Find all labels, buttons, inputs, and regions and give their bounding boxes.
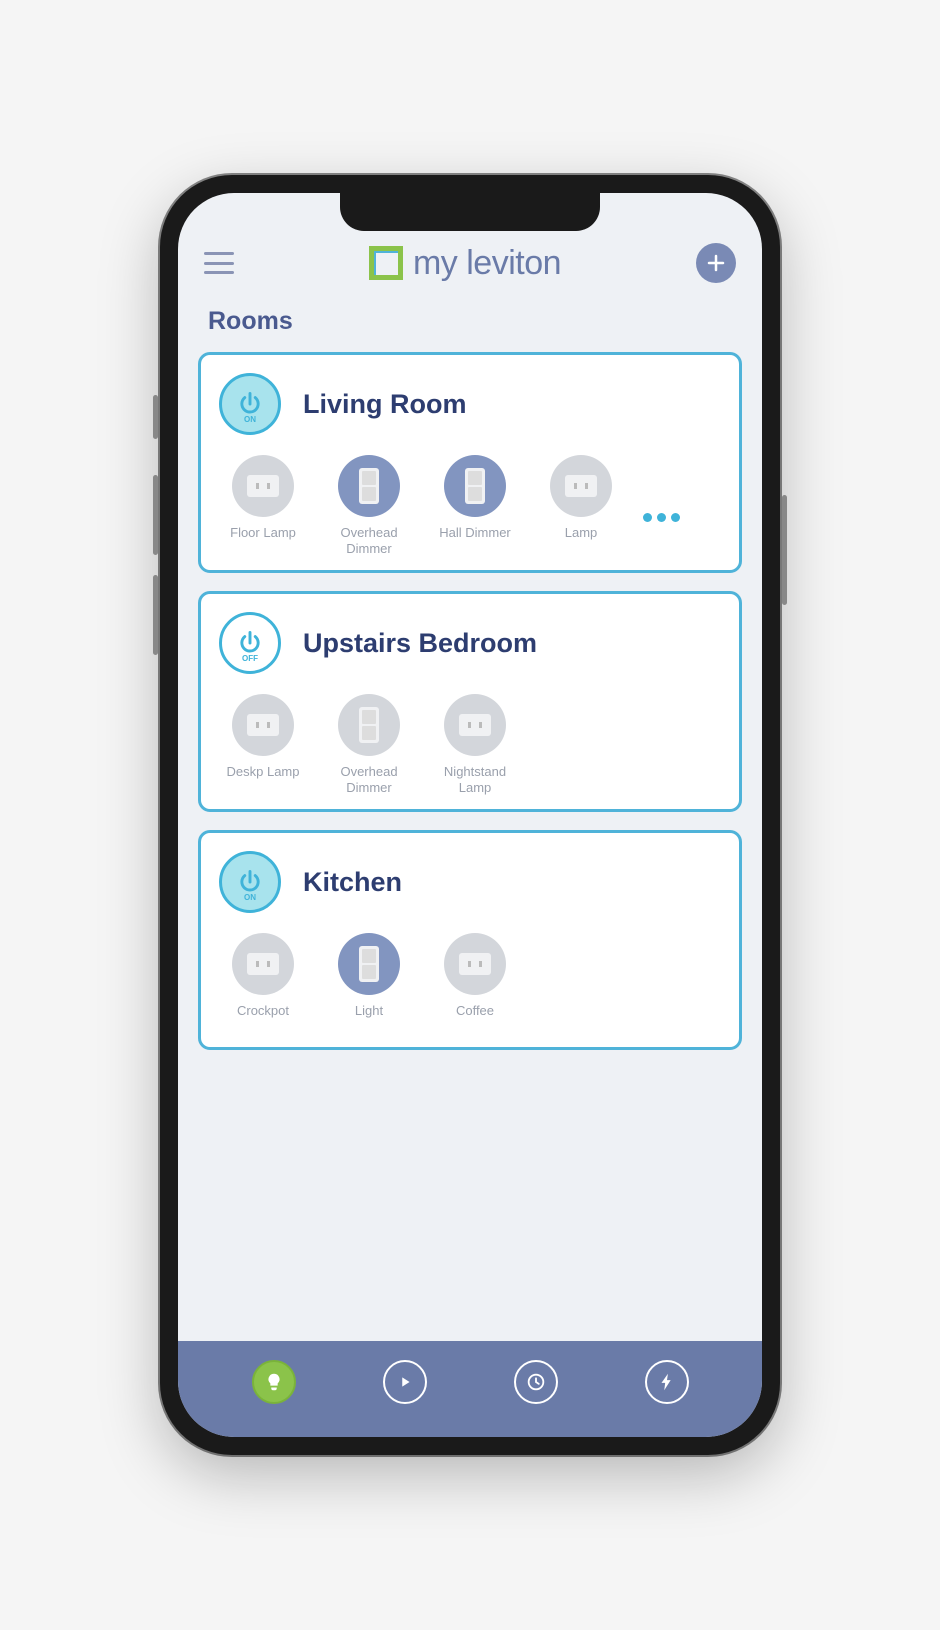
phone-notch — [340, 193, 600, 231]
device-toggle[interactable] — [338, 455, 400, 517]
plus-icon — [706, 253, 726, 273]
power-state-label: ON — [244, 893, 256, 902]
nav-schedules[interactable] — [514, 1360, 558, 1404]
room-card[interactable]: OFF Upstairs Bedroom Deskp Lamp Overhead… — [198, 591, 742, 812]
app-logo: my leviton — [369, 244, 561, 283]
outlet-icon — [459, 714, 491, 736]
device-label: Deskp Lamp — [227, 764, 300, 794]
switch-icon — [465, 468, 485, 504]
room-name: Upstairs Bedroom — [303, 628, 537, 659]
menu-button[interactable] — [204, 252, 234, 274]
room-header: ON Living Room — [219, 373, 721, 435]
nav-lights[interactable] — [252, 1360, 296, 1404]
phone-side-button — [782, 495, 787, 605]
room-card[interactable]: ON Kitchen Crockpot Light Coffee — [198, 830, 742, 1050]
switch-icon — [359, 707, 379, 743]
bottom-nav — [178, 1341, 762, 1437]
device-toggle[interactable] — [232, 933, 294, 995]
device-label: Light — [355, 1003, 383, 1033]
device-toggle[interactable] — [444, 694, 506, 756]
device-toggle[interactable] — [338, 933, 400, 995]
room-power-button[interactable]: OFF — [219, 612, 281, 674]
section-title: Rooms — [178, 301, 762, 352]
device-item[interactable]: Overhead Dimmer — [325, 694, 413, 795]
power-icon — [236, 629, 264, 657]
room-card[interactable]: ON Living Room Floor Lamp Overhead Dimme… — [198, 352, 742, 573]
device-item[interactable]: Hall Dimmer — [431, 455, 519, 555]
device-label: Crockpot — [237, 1003, 289, 1033]
device-item[interactable]: Light — [325, 933, 413, 1033]
power-state-label: OFF — [242, 654, 258, 663]
device-item[interactable]: Nightstand Lamp — [431, 694, 519, 795]
add-button[interactable] — [696, 243, 736, 283]
logo-square-icon — [369, 246, 403, 280]
room-header: ON Kitchen — [219, 851, 721, 913]
outlet-icon — [459, 953, 491, 975]
phone-side-button — [153, 395, 158, 439]
room-name: Kitchen — [303, 867, 402, 898]
device-toggle[interactable] — [338, 694, 400, 756]
power-icon — [236, 390, 264, 418]
bulb-icon — [263, 1371, 285, 1393]
room-power-button[interactable]: ON — [219, 851, 281, 913]
device-item[interactable]: Overhead Dimmer — [325, 455, 413, 556]
device-label: Hall Dimmer — [439, 525, 511, 555]
device-label: Coffee — [456, 1003, 494, 1033]
clock-icon — [525, 1371, 547, 1393]
device-item[interactable]: Deskp Lamp — [219, 694, 307, 794]
device-row: Deskp Lamp Overhead Dimmer Nightstand La… — [219, 694, 721, 795]
power-state-label: ON — [244, 415, 256, 424]
logo-text: my leviton — [413, 244, 561, 283]
device-row: Crockpot Light Coffee — [219, 933, 721, 1033]
device-label: Floor Lamp — [230, 525, 296, 555]
device-label: Nightstand Lamp — [431, 764, 519, 795]
outlet-icon — [247, 714, 279, 736]
switch-icon — [359, 468, 379, 504]
device-toggle[interactable] — [550, 455, 612, 517]
nav-activities[interactable] — [383, 1360, 427, 1404]
device-item[interactable]: Floor Lamp — [219, 455, 307, 555]
rooms-list[interactable]: ON Living Room Floor Lamp Overhead Dimme… — [178, 352, 762, 1341]
outlet-icon — [247, 475, 279, 497]
device-label: Overhead Dimmer — [325, 764, 413, 795]
outlet-icon — [247, 953, 279, 975]
outlet-icon — [565, 475, 597, 497]
device-label: Overhead Dimmer — [325, 525, 413, 556]
phone-side-button — [153, 475, 158, 555]
phone-frame: my leviton Rooms ON Living Room Floor La… — [160, 175, 780, 1455]
nav-energy[interactable] — [645, 1360, 689, 1404]
bolt-icon — [656, 1371, 678, 1393]
room-name: Living Room — [303, 389, 467, 420]
power-icon — [236, 868, 264, 896]
phone-side-button — [153, 575, 158, 655]
switch-icon — [359, 946, 379, 982]
phone-screen: my leviton Rooms ON Living Room Floor La… — [178, 193, 762, 1437]
device-item[interactable]: Coffee — [431, 933, 519, 1033]
room-header: OFF Upstairs Bedroom — [219, 612, 721, 674]
device-toggle[interactable] — [232, 694, 294, 756]
room-power-button[interactable]: ON — [219, 373, 281, 435]
device-item[interactable]: Crockpot — [219, 933, 307, 1033]
device-toggle[interactable] — [444, 455, 506, 517]
device-label: Lamp — [565, 525, 598, 555]
device-toggle[interactable] — [444, 933, 506, 995]
device-row: Floor Lamp Overhead Dimmer Hall Dimmer L… — [219, 455, 721, 556]
play-icon — [394, 1371, 416, 1393]
more-devices-button[interactable] — [643, 489, 680, 522]
device-item[interactable]: Lamp — [537, 455, 625, 555]
device-toggle[interactable] — [232, 455, 294, 517]
